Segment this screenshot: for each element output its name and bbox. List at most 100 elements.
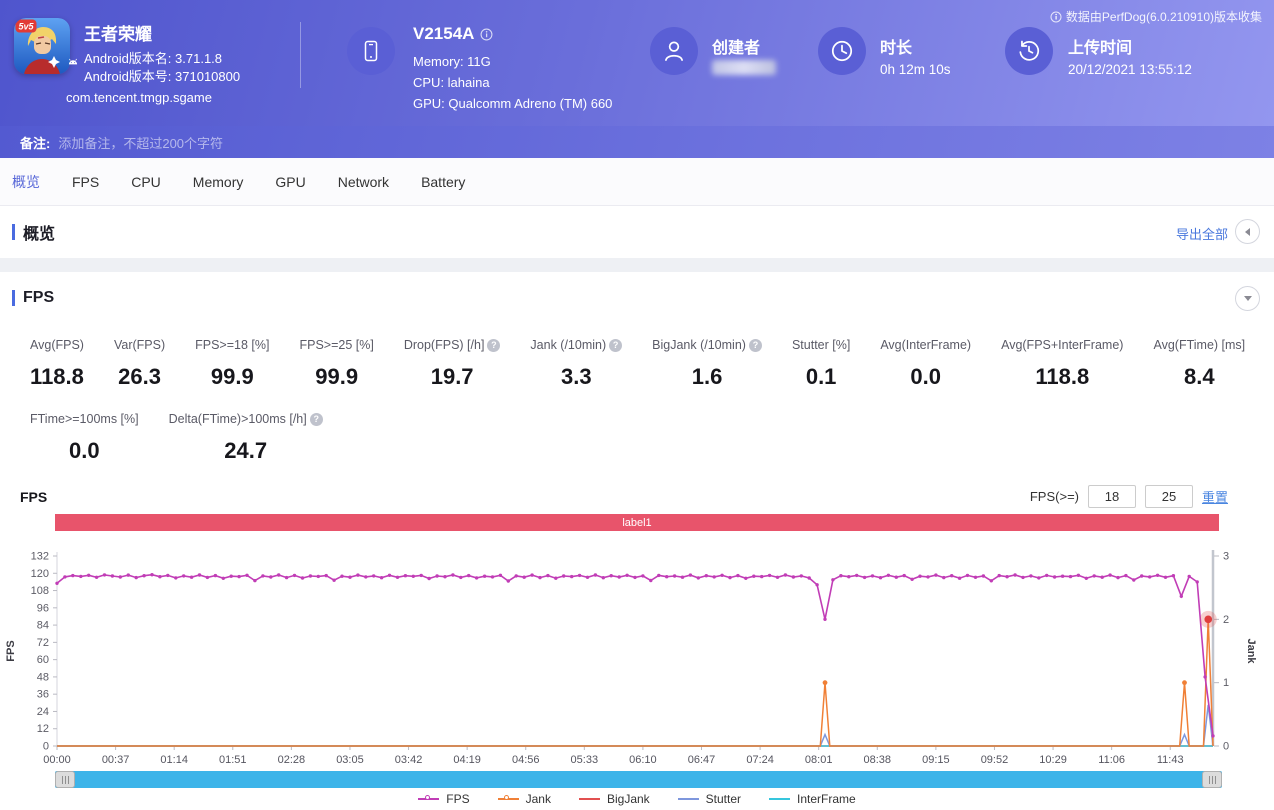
svg-text:0: 0	[1223, 741, 1229, 753]
legend-label: BigJank	[606, 792, 650, 806]
fps-collapse-button[interactable]	[1235, 286, 1260, 311]
metric-value: 24.7	[224, 438, 268, 463]
metric-delta-ftime-100ms-h-: Delta(FTime)>100ms [/h]? 24.7	[169, 412, 323, 464]
metric-avg-interframe-: Avg(InterFrame) 0.0	[880, 338, 971, 390]
report-header: 5v5 王者荣耀 Android版本名: 3.71.1.8 Android版本号…	[0, 0, 1274, 126]
legend-label: Stutter	[705, 792, 742, 806]
svg-text:09:52: 09:52	[981, 754, 1009, 766]
threshold-input-1[interactable]	[1087, 485, 1136, 508]
metric-value: 99.9	[210, 364, 254, 389]
tab-概览[interactable]: 概览	[12, 172, 40, 192]
chevron-left-icon	[1245, 227, 1250, 236]
question-icon[interactable]: ?	[748, 338, 762, 352]
metric-label: Avg(InterFrame)	[880, 338, 972, 352]
legend-marker-icon	[769, 795, 791, 803]
svg-text:11:43: 11:43	[1157, 754, 1184, 766]
metric-avg-fps-interframe-: Avg(FPS+InterFrame) 118.8	[1001, 338, 1123, 390]
metric-value: 3.3	[560, 364, 592, 389]
svg-text:132: 132	[31, 551, 49, 563]
question-icon[interactable]: ?	[487, 338, 501, 352]
legend-item-jank[interactable]: Jank	[497, 792, 551, 806]
reset-link[interactable]: 重置	[1202, 487, 1228, 506]
svg-text:07:24: 07:24	[746, 754, 774, 766]
user-icon	[665, 41, 683, 61]
scrollbar-right-handle[interactable]	[1202, 771, 1222, 788]
svg-text:36: 36	[37, 689, 49, 701]
android-version-name: Android版本名: 3.71.1.8	[84, 51, 223, 66]
device-gpu: GPU: Qualcomm Adreno (TM) 660	[413, 96, 613, 111]
device-memory: Memory: 11G	[413, 54, 491, 69]
svg-text:04:19: 04:19	[453, 754, 481, 766]
info-icon	[1050, 11, 1062, 22]
history-clock-icon	[1019, 40, 1040, 61]
svg-text:11:06: 11:06	[1098, 754, 1125, 766]
chevron-down-icon	[1243, 296, 1252, 301]
svg-text:48: 48	[37, 671, 49, 683]
legend-item-stutter[interactable]: Stutter	[677, 792, 742, 806]
legend-item-bigjank[interactable]: BigJank	[578, 792, 650, 806]
device-cpu: CPU: lahaina	[413, 75, 490, 90]
legend-marker-icon	[578, 795, 600, 803]
svg-text:10:29: 10:29	[1039, 754, 1067, 766]
svg-text:2: 2	[1223, 614, 1229, 626]
legend-label: InterFrame	[797, 792, 856, 806]
threshold-input-2[interactable]	[1144, 485, 1193, 508]
metric-ftime-100ms-: FTime>=100ms [%] 0.0	[30, 412, 139, 464]
question-icon[interactable]: ?	[609, 338, 623, 352]
metric-label: FPS>=18 [%]	[195, 338, 270, 352]
metric-label: Jank (/10min)	[530, 338, 607, 352]
legend-label: Jank	[525, 792, 551, 806]
fps-chart-title: FPS	[20, 489, 48, 505]
fps-section-header: FPS	[0, 272, 1274, 324]
svg-text:08:38: 08:38	[864, 754, 892, 766]
metric-label: Avg(FPS)	[30, 338, 84, 352]
overview-collapse-button[interactable]	[1235, 219, 1260, 244]
export-all-link[interactable]: 导出全部	[1176, 224, 1228, 243]
svg-text:84: 84	[37, 620, 49, 632]
question-icon[interactable]: ?	[309, 412, 323, 426]
scrollbar-left-handle[interactable]	[55, 771, 75, 788]
chart-scrollbar[interactable]	[55, 771, 1222, 788]
metric-label: FTime>=100ms [%]	[30, 412, 139, 426]
metric-value: 0.0	[69, 438, 100, 463]
svg-text:12: 12	[37, 723, 49, 735]
fps-line-chart[interactable]: 01224364860728496108120132012300:00 00:37…	[0, 538, 1274, 771]
android-version-code: Android版本号: 371010800	[84, 69, 241, 84]
tab-fps[interactable]: FPS	[72, 174, 99, 190]
metric-fps-18-: FPS>=18 [%] 99.9	[195, 338, 269, 390]
app-package: com.tencent.tmgp.sgame	[66, 90, 212, 105]
metric-stutter-: Stutter [%] 0.1	[792, 338, 850, 390]
svg-text:06:10: 06:10	[629, 754, 657, 766]
tab-gpu[interactable]: GPU	[275, 174, 305, 190]
info-icon[interactable]	[480, 28, 493, 41]
svg-text:01:14: 01:14	[160, 754, 188, 766]
nav-tabs: 概览 FPS CPU Memory GPU Network Battery	[0, 158, 1274, 206]
tab-network[interactable]: Network	[338, 174, 389, 190]
metric-label: Avg(FTime) [ms]	[1153, 338, 1246, 352]
svg-text:06:47: 06:47	[688, 754, 716, 766]
svg-text:08:01: 08:01	[805, 754, 833, 766]
metric-label: Drop(FPS) [/h]	[403, 338, 485, 352]
metric-bigjank-10min-: BigJank (/10min)? 1.6	[652, 338, 762, 390]
metric-label: Delta(FTime)>100ms [/h]	[168, 412, 307, 426]
tab-battery[interactable]: Battery	[421, 174, 465, 190]
metric-value: 0.0	[910, 364, 941, 389]
phone-icon	[364, 40, 378, 62]
upload-value: 20/12/2021 13:55:12	[1068, 62, 1192, 77]
metric-avg-ftime-ms-: Avg(FTime) [ms] 8.4	[1153, 338, 1245, 390]
fps-threshold-controls: FPS(>=) 重置	[1030, 485, 1228, 508]
remark-input[interactable]: 备注: 添加备注，不超过200个字符	[0, 126, 1274, 158]
legend-item-fps[interactable]: FPS	[418, 792, 470, 806]
tab-memory[interactable]: Memory	[193, 174, 244, 190]
svg-text:05:33: 05:33	[571, 754, 599, 766]
tab-cpu[interactable]: CPU	[131, 174, 161, 190]
svg-text:09:15: 09:15	[922, 754, 950, 766]
metric-jank-10min-: Jank (/10min)? 3.3	[530, 338, 623, 390]
metric-avg-fps-: Avg(FPS) 118.8	[30, 338, 84, 390]
legend-item-interframe[interactable]: InterFrame	[769, 792, 856, 806]
app-name: 王者荣耀	[84, 25, 152, 44]
legend-label: FPS	[446, 792, 470, 806]
svg-text:03:05: 03:05	[336, 754, 364, 766]
svg-text:72: 72	[37, 637, 49, 649]
svg-text:00:37: 00:37	[102, 754, 130, 766]
